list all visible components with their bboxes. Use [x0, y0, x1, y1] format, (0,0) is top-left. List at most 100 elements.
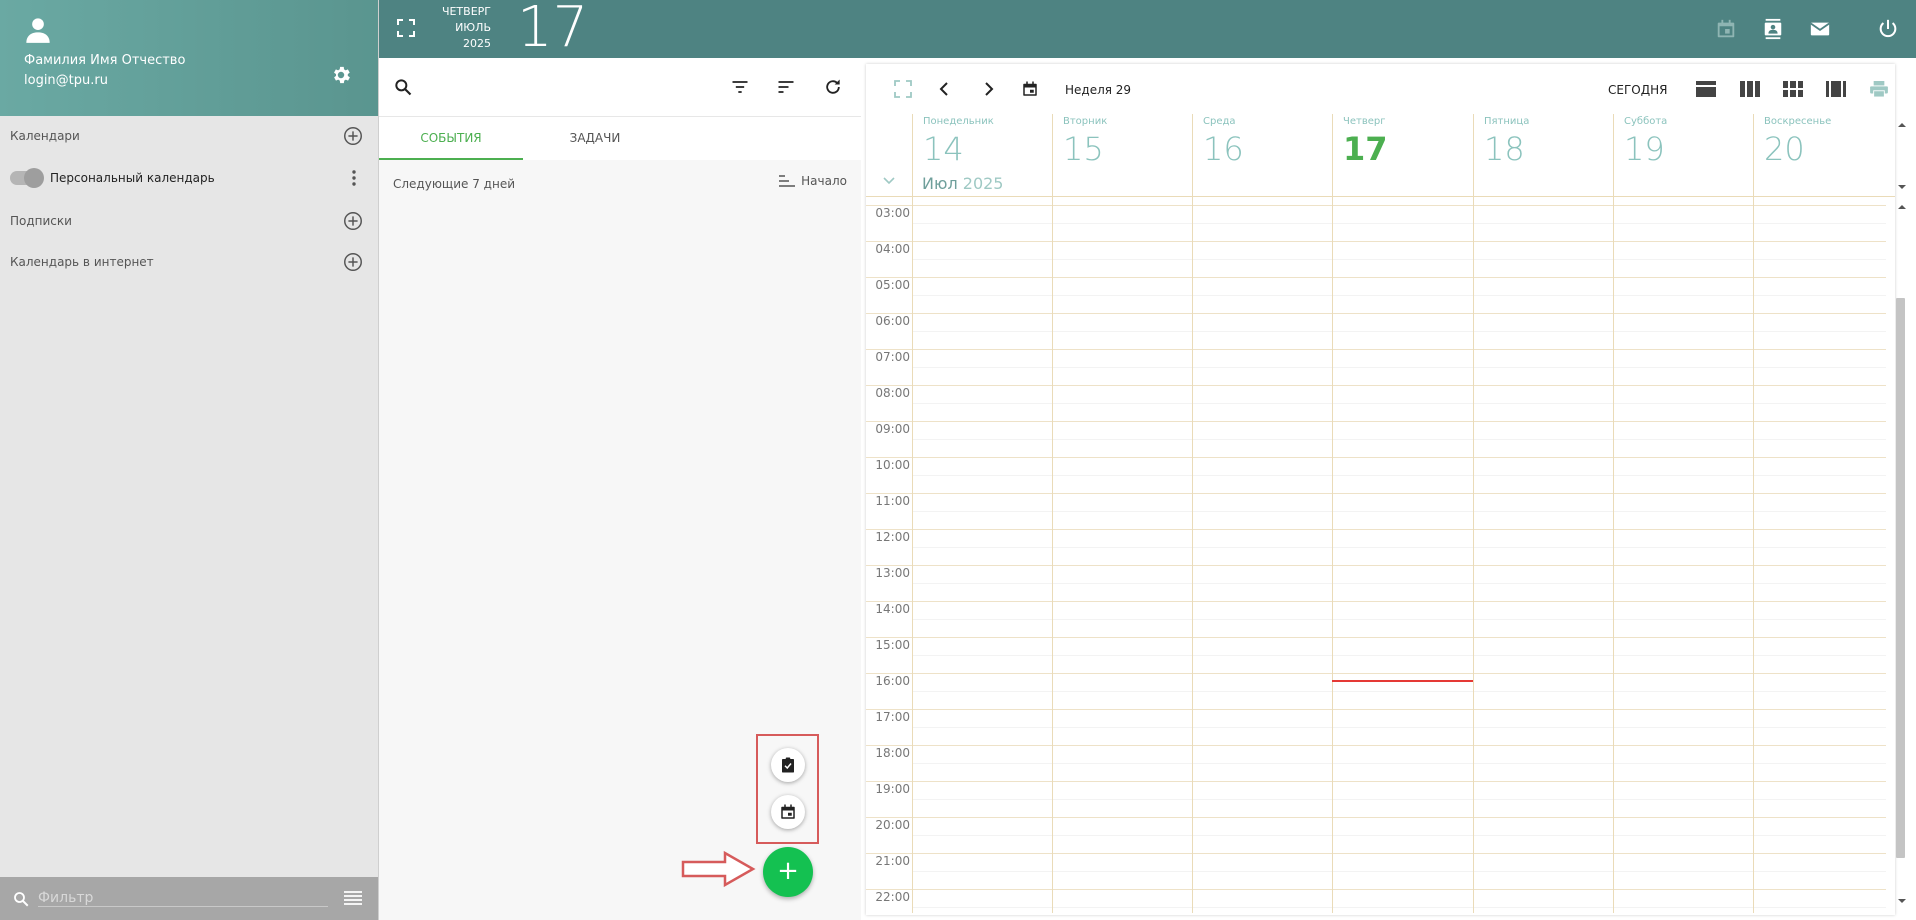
day-header-tue[interactable]: Вторник 15: [1052, 114, 1192, 248]
day-name: Вторник: [1063, 116, 1108, 127]
hour-label: 06:00: [875, 314, 910, 328]
day-number: 14: [923, 130, 964, 168]
tab-tasks[interactable]: ЗАДАЧИ: [523, 117, 667, 160]
half-hour-line: [912, 439, 1886, 440]
internet-calendar-label: Календарь в интернет: [10, 255, 154, 269]
add-event-button[interactable]: [771, 795, 805, 829]
today-button[interactable]: СЕГОДНЯ: [1608, 83, 1667, 97]
hour-label: 08:00: [875, 386, 910, 400]
header-scroll-up-icon[interactable]: [1897, 120, 1907, 130]
hour-line: [866, 205, 1886, 206]
calendar-app-icon[interactable]: [1715, 18, 1737, 40]
day-column-line: [1753, 202, 1754, 913]
half-hour-line: [912, 547, 1886, 548]
filter-bar: [0, 877, 378, 920]
expand-icon[interactable]: [894, 80, 912, 98]
day-header-sun[interactable]: Воскресенье 20: [1753, 114, 1893, 248]
half-hour-line: [912, 403, 1886, 404]
current-weekday: ЧЕТВЕРГ: [441, 5, 491, 18]
print-icon[interactable]: [1869, 81, 1889, 97]
day-column-line: [1192, 202, 1193, 913]
profile-panel: Фамилия Имя Отчество login@tpu.ru: [0, 0, 378, 116]
personal-calendar-toggle[interactable]: [10, 168, 44, 188]
day-number: 17: [1343, 130, 1388, 168]
search-events-icon[interactable]: [393, 77, 413, 97]
day-column-line: [1332, 202, 1333, 913]
subscriptions-label: Подписки: [10, 214, 72, 228]
current-day-number: 17: [517, 0, 589, 60]
tab-events[interactable]: СОБЫТИЯ: [379, 117, 523, 160]
gear-icon[interactable]: [330, 64, 352, 86]
day-header-wed[interactable]: Среда 16: [1192, 114, 1332, 248]
week-view-icon[interactable]: [1740, 81, 1760, 97]
hour-label: 05:00: [875, 278, 910, 292]
hour-label: 16:00: [875, 674, 910, 688]
list-icon[interactable]: [344, 890, 362, 906]
day-view-icon[interactable]: [1696, 81, 1716, 97]
hour-line: [866, 565, 1886, 566]
refresh-icon[interactable]: [823, 77, 843, 97]
current-date-block: ЧЕТВЕРГ ИЮЛЬ 2025: [435, 4, 491, 52]
hour-label: 15:00: [875, 638, 910, 652]
day-header-sat[interactable]: Суббота 19: [1613, 114, 1753, 248]
half-hour-line: [912, 799, 1886, 800]
grid-scroll-up-icon[interactable]: [1897, 202, 1907, 212]
date-picker-icon[interactable]: [1021, 80, 1039, 98]
header-scroll-down-icon[interactable]: [1897, 182, 1907, 192]
hour-line: [866, 277, 1886, 278]
sort-start-button[interactable]: Начало: [779, 174, 847, 188]
sort-icon[interactable]: [776, 77, 796, 97]
hour-line: [866, 421, 1886, 422]
hour-line: [866, 709, 1886, 710]
day-number: 18: [1484, 130, 1525, 168]
day-column-line: [1473, 202, 1474, 913]
fullscreen-icon[interactable]: [397, 19, 415, 37]
day-number: 19: [1624, 130, 1665, 168]
power-icon[interactable]: [1877, 18, 1899, 40]
list-view-icon[interactable]: [1826, 81, 1846, 97]
add-internet-calendar-icon[interactable]: [342, 251, 364, 273]
hour-line: [866, 853, 1886, 854]
mail-icon[interactable]: [1809, 18, 1831, 40]
half-hour-line: [912, 907, 1886, 908]
user-name: Фамилия Имя Отчество: [24, 53, 186, 68]
day-header-thu[interactable]: Четверг 17: [1332, 114, 1472, 248]
hour-label: 09:00: [875, 422, 910, 436]
half-hour-line: [912, 295, 1886, 296]
calendars-label: Календари: [10, 129, 80, 143]
calendar-toolbar: Неделя 29 СЕГОДНЯ: [866, 64, 1895, 114]
previous-week-icon[interactable]: [936, 80, 954, 98]
hour-label: 21:00: [875, 854, 910, 868]
app: Фамилия Имя Отчество login@tpu.ru Календ…: [0, 0, 1916, 920]
half-hour-line: [912, 475, 1886, 476]
grid-scroll-down-icon[interactable]: [1897, 896, 1907, 906]
add-calendar-icon[interactable]: [342, 125, 364, 147]
next-week-icon[interactable]: [979, 80, 997, 98]
hour-label: 11:00: [875, 494, 910, 508]
events-panel: СОБЫТИЯ ЗАДАЧИ Следующие 7 дней Начало +: [379, 58, 861, 920]
hour-line: [866, 637, 1886, 638]
half-hour-line: [912, 511, 1886, 512]
grid-scrollbar-thumb[interactable]: [1896, 298, 1905, 858]
add-subscription-icon[interactable]: [342, 210, 364, 232]
filter-icon[interactable]: [730, 77, 750, 97]
hour-line: [866, 493, 1886, 494]
month-view-icon[interactable]: [1783, 81, 1803, 97]
day-column-line: [1052, 202, 1053, 913]
day-header-mon[interactable]: Понедельник 14: [912, 114, 1052, 248]
add-task-button[interactable]: [771, 748, 805, 782]
sidebar-subscriptions-row: Подписки: [0, 201, 378, 241]
filter-input[interactable]: [38, 890, 328, 907]
sort-lines-icon: [779, 175, 796, 187]
sidebar-item-personal-calendar[interactable]: Персональный календарь: [0, 158, 378, 198]
day-header-fri[interactable]: Пятница 18: [1473, 114, 1613, 248]
hour-label: 10:00: [875, 458, 910, 472]
contacts-icon[interactable]: [1762, 18, 1784, 40]
chevron-down-icon[interactable]: [881, 172, 897, 188]
top-bar: ЧЕТВЕРГ ИЮЛЬ 2025 17: [379, 0, 1916, 60]
create-new-button[interactable]: +: [763, 847, 813, 897]
current-time-indicator: [1332, 680, 1473, 682]
hour-line: [866, 817, 1886, 818]
hour-label: 12:00: [875, 530, 910, 544]
more-options-icon[interactable]: [352, 170, 356, 186]
